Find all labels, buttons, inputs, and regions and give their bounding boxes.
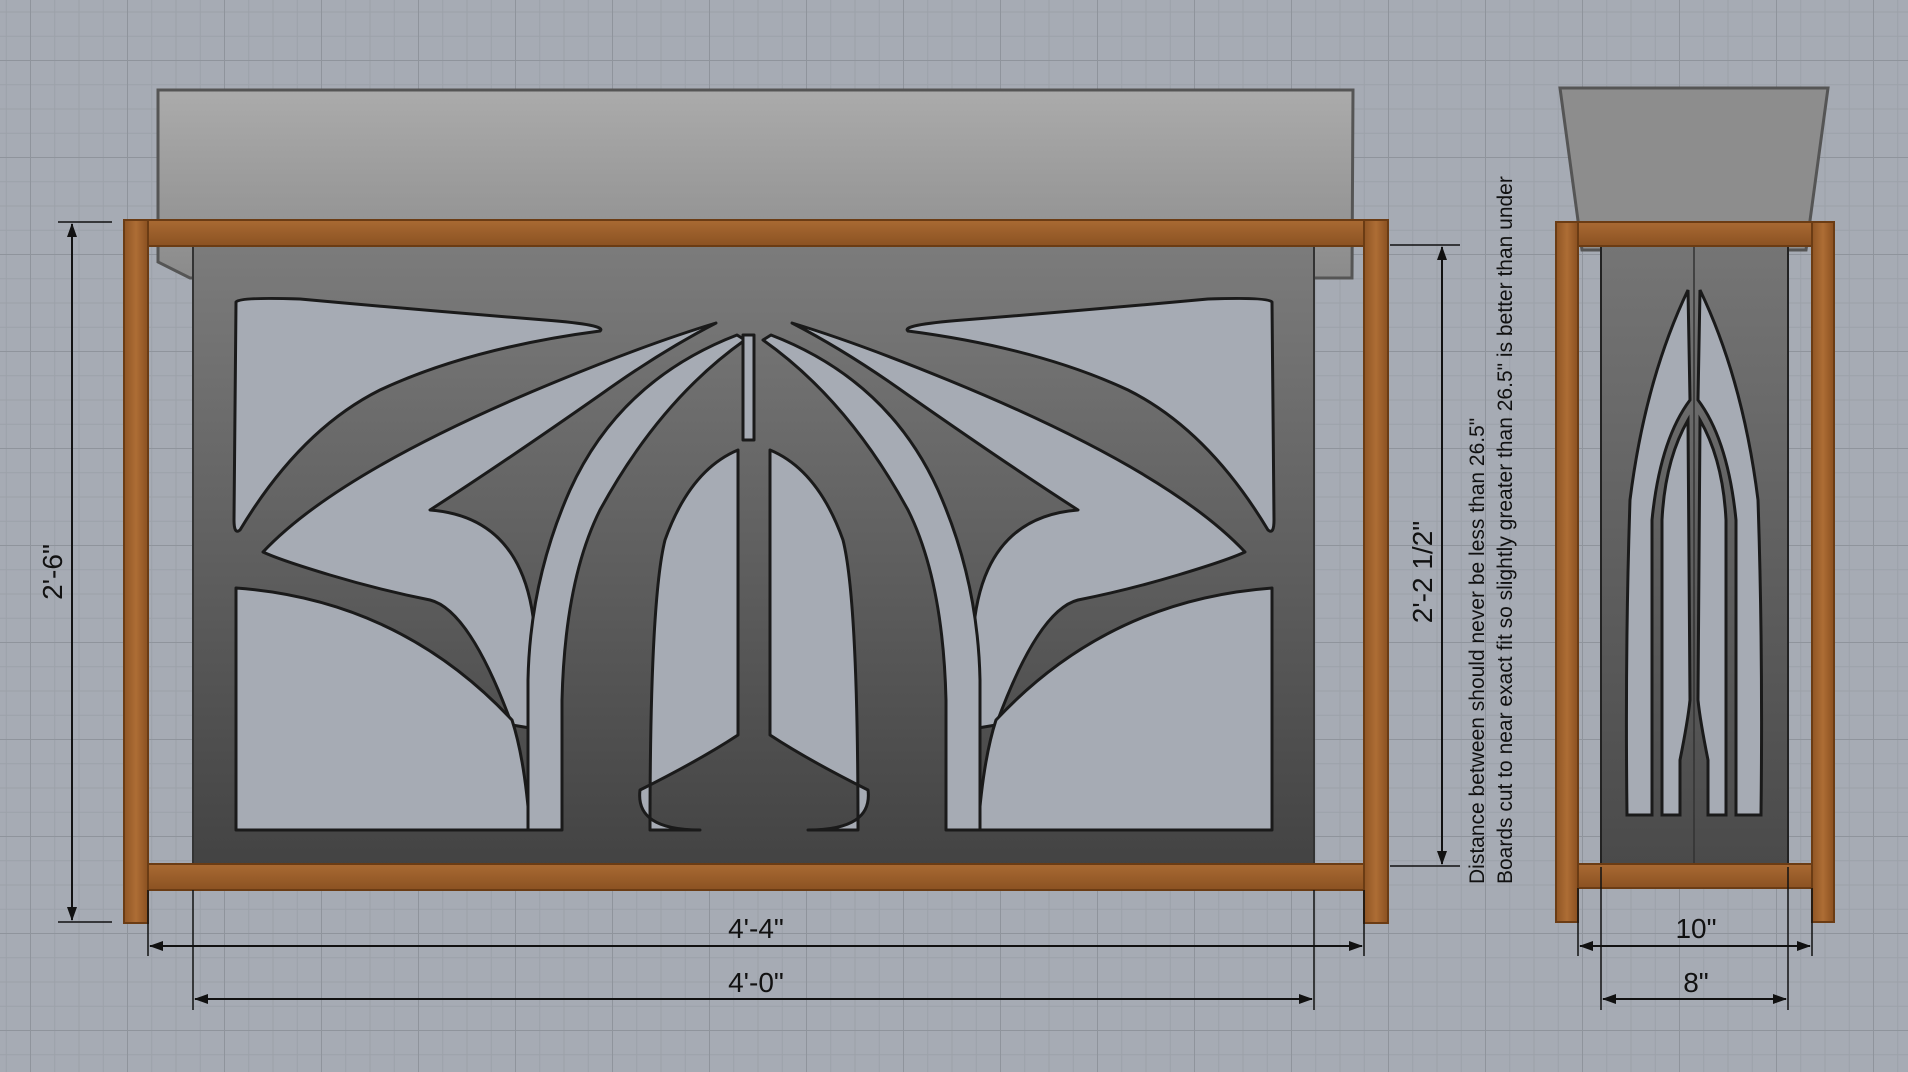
note-line-1: Distance between should never be less th…	[1466, 418, 1489, 884]
side-left-post	[1555, 221, 1579, 923]
dimension-overall-height: 2'-6"	[37, 221, 112, 923]
dimension-front-outer-width: 4'-4"	[147, 890, 1365, 956]
dimension-label-panel-height: 2'-2 1/2"	[1407, 521, 1438, 623]
dimension-label-side-inner-width: 8"	[1683, 967, 1709, 998]
dimension-label-front-outer-width: 4'-4"	[728, 913, 784, 944]
side-view	[1555, 86, 1835, 923]
note-line-2: Boards cut to near exact fit so slightly…	[1494, 176, 1517, 884]
dimension-label-side-outer-width: 10"	[1675, 913, 1716, 944]
side-bottom-rail	[1577, 863, 1813, 889]
dimension-label-front-inner-width: 4'-0"	[728, 967, 784, 998]
front-view	[123, 88, 1389, 924]
side-top-rail	[1577, 221, 1813, 247]
dimension-label-overall-height: 2'-6"	[37, 544, 68, 600]
dimension-front-inner-width: 4'-0"	[192, 890, 1315, 1010]
dimension-panel-height: 2'-2 1/2"	[1390, 244, 1460, 867]
front-right-post	[1363, 219, 1389, 924]
side-right-post	[1811, 221, 1835, 923]
notes: Distance between should never be less th…	[1466, 176, 1517, 884]
drawing-canvas: 2'-6" 2'-2 1/2" 4'-4" 4'-0" 10" 8" Dista…	[37, 86, 1835, 1010]
front-left-post	[123, 219, 149, 924]
dimension-side-outer-width: 10"	[1577, 888, 1813, 956]
front-bottom-rail	[147, 863, 1365, 891]
front-top-rail	[147, 219, 1365, 247]
